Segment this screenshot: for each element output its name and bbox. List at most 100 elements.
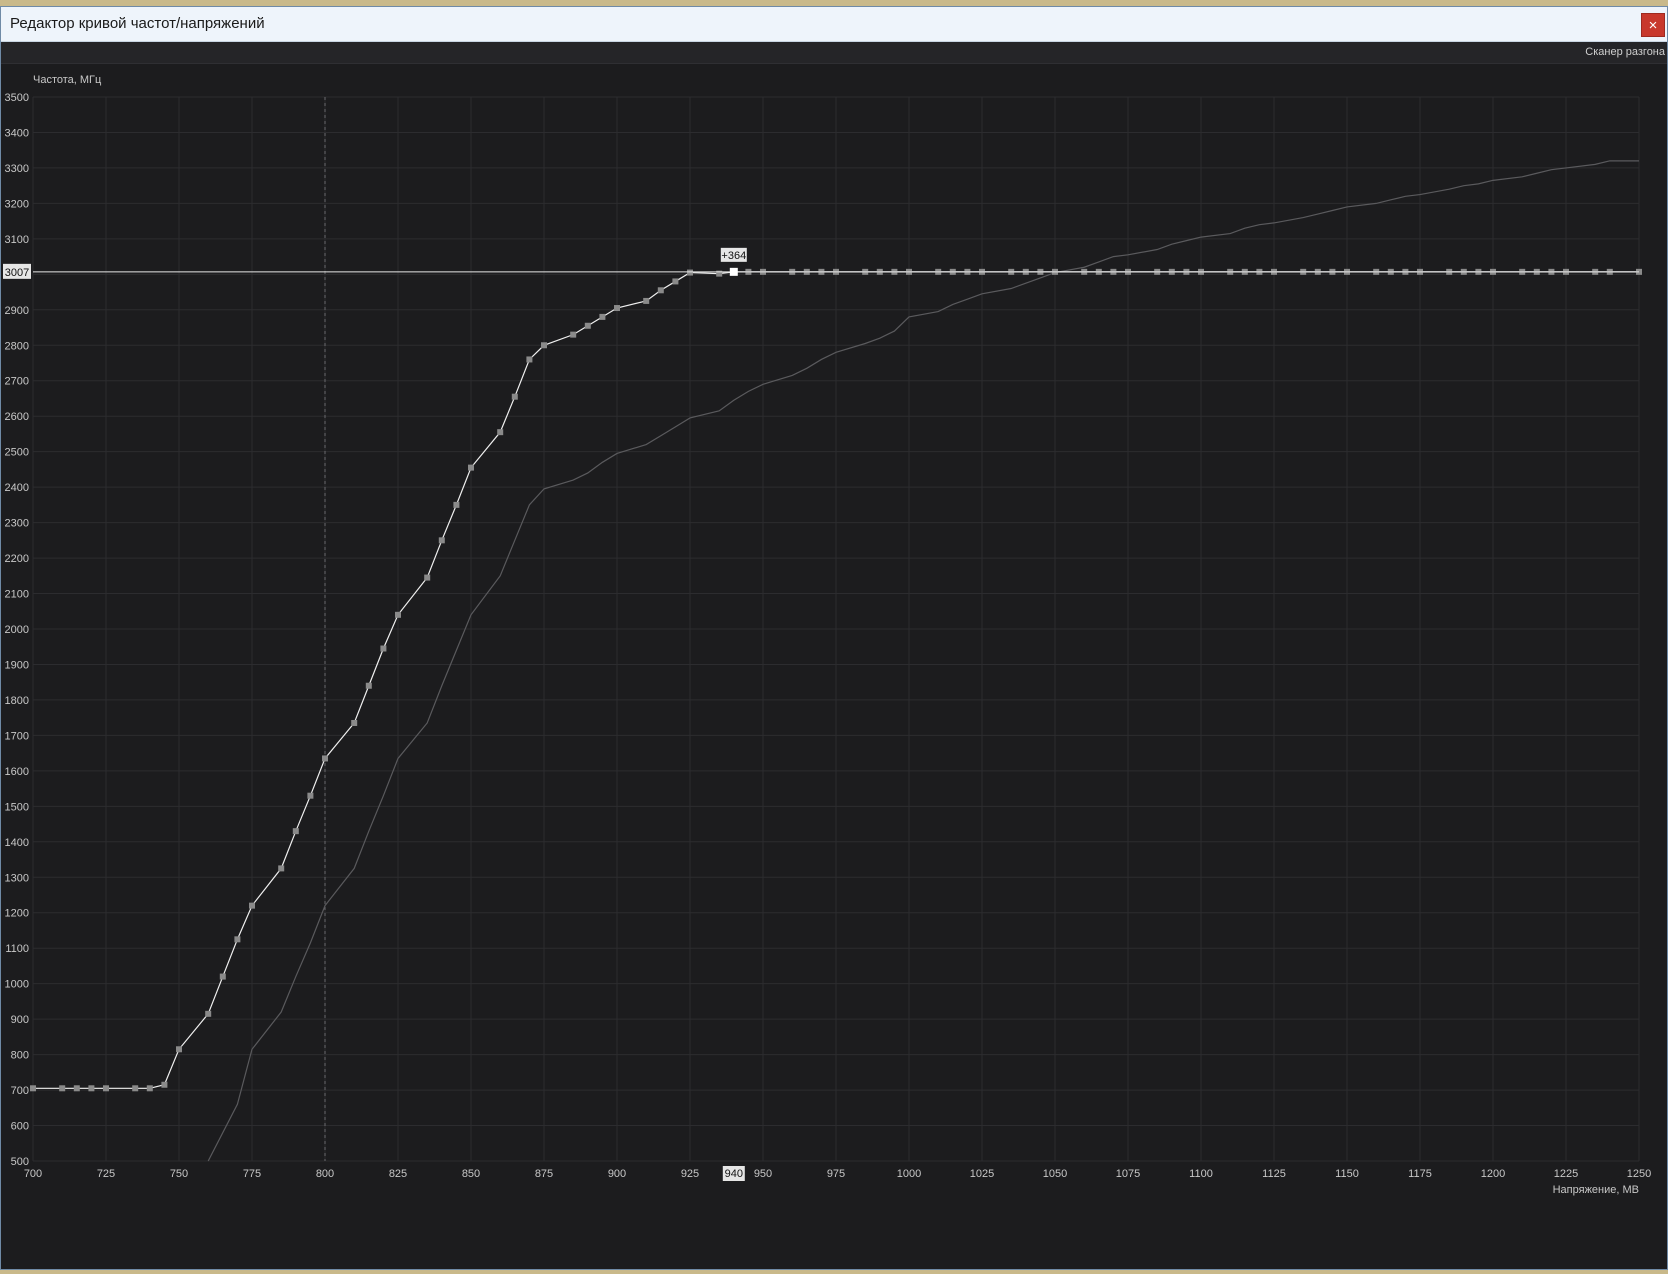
x-tick-label: 825	[389, 1168, 407, 1180]
curve-point[interactable]	[103, 1085, 109, 1092]
curve-point[interactable]	[395, 611, 401, 618]
x-tick-label: 1100	[1189, 1168, 1213, 1180]
x-tick-label: 750	[170, 1168, 188, 1180]
x-tick-label: 900	[608, 1168, 626, 1180]
x-tick-label: 1025	[970, 1168, 994, 1180]
y-tick-label: 2600	[5, 411, 29, 423]
curve-point[interactable]	[599, 313, 606, 320]
y-tick-label: 1400	[5, 837, 29, 849]
curve-point[interactable]	[672, 278, 679, 285]
y-tick-label: 1300	[5, 872, 29, 884]
y-tick-label: 1700	[5, 730, 29, 742]
reference-curve-line	[207, 160, 1639, 1162]
y-tick-label: 2200	[5, 553, 29, 565]
selected-curve-point[interactable]	[729, 267, 738, 276]
y-tick-label: 1900	[5, 659, 29, 671]
offset-label: +364	[721, 250, 746, 262]
curve-point[interactable]	[322, 755, 328, 762]
x-tick-label: 775	[243, 1168, 261, 1180]
x-tick-label: 850	[462, 1168, 480, 1180]
oc-scanner-button[interactable]: Сканер разгона	[1585, 46, 1665, 58]
window-title: Редактор кривой частот/напряжений	[10, 15, 265, 32]
curve-point[interactable]	[234, 936, 241, 943]
x-tick-label: 1075	[1116, 1168, 1140, 1180]
curve-point[interactable]	[497, 429, 504, 436]
y-tick-label: 2800	[5, 340, 29, 352]
y-tick-label: 3300	[5, 163, 29, 175]
curve-point[interactable]	[161, 1081, 168, 1088]
curve-point[interactable]	[292, 828, 299, 835]
curve-editor-window: Редактор кривой частот/напряжений × Скан…	[0, 6, 1668, 1270]
curve-point[interactable]	[438, 537, 445, 544]
x-tick-label: 1150	[1335, 1168, 1359, 1180]
x-tick-label: 1200	[1481, 1168, 1505, 1180]
title-bar[interactable]: Редактор кривой частот/напряжений ×	[1, 7, 1667, 42]
curve-point[interactable]	[380, 645, 387, 652]
x-tick-label: 725	[97, 1168, 115, 1180]
y-tick-label: 800	[11, 1050, 29, 1062]
x-tick-label: 800	[316, 1168, 334, 1180]
x-tick-label: 975	[827, 1168, 845, 1180]
curve-point[interactable]	[511, 393, 518, 400]
curve-point[interactable]	[351, 719, 358, 726]
y-tick-label: 1600	[5, 766, 29, 778]
curve-point[interactable]	[541, 342, 547, 349]
x-tick-label: 1050	[1043, 1168, 1067, 1180]
y-tick-label: 1500	[5, 801, 29, 813]
y-tick-label: 3500	[5, 92, 29, 104]
curve-point[interactable]	[365, 682, 372, 689]
curve-point[interactable]	[453, 501, 460, 508]
curve-point[interactable]	[59, 1085, 66, 1092]
y-tick-label: 2000	[5, 624, 29, 636]
y-tick-label: 2100	[5, 589, 29, 601]
y-tick-label: 900	[11, 1014, 29, 1026]
curve-point[interactable]	[614, 305, 620, 312]
y-tick-label: 1800	[5, 695, 29, 707]
x-tick-label: 925	[681, 1168, 699, 1180]
curve-point[interactable]	[657, 287, 664, 294]
x-tick-label: 1000	[897, 1168, 921, 1180]
y-tick-label: 600	[11, 1121, 29, 1133]
y-tick-label: 1100	[5, 943, 29, 955]
curve-point[interactable]	[570, 331, 577, 338]
curve-point[interactable]	[643, 297, 650, 304]
y-tick-label: 500	[11, 1156, 29, 1168]
x-tick-label: 1175	[1408, 1168, 1432, 1180]
x-tick-label: 1250	[1627, 1168, 1651, 1180]
x-tick-label: 875	[535, 1168, 553, 1180]
curve-point[interactable]	[88, 1085, 95, 1092]
curve-point[interactable]	[205, 1010, 212, 1017]
y-tick-label: 2700	[5, 376, 29, 388]
curve-point[interactable]	[424, 574, 431, 581]
curve-point[interactable]	[687, 269, 693, 276]
curve-point[interactable]	[73, 1085, 80, 1092]
y-tick-label: 2400	[5, 482, 29, 494]
close-icon: ×	[1648, 17, 1658, 34]
toolbar: Сканер разгона	[1, 42, 1667, 64]
vf-curve-chart[interactable]: 500 600 700 800 900 1000 1100 1200 1300 1400 1500 1…	[1, 64, 1667, 1269]
curve-point[interactable]	[278, 865, 285, 872]
curve-point[interactable]	[526, 356, 533, 363]
curve-point[interactable]	[219, 973, 226, 980]
y-tick-label: 2900	[5, 305, 29, 317]
y-tick-label: 1200	[5, 908, 29, 920]
curve-point[interactable]	[176, 1046, 182, 1053]
cursor-x-label: 940	[725, 1168, 743, 1180]
curve-point[interactable]	[584, 322, 591, 329]
curve-point[interactable]	[30, 1085, 36, 1092]
curve-point[interactable]	[146, 1085, 153, 1092]
curve-point[interactable]	[468, 464, 474, 471]
curve-point[interactable]	[132, 1085, 139, 1092]
x-tick-label: 1125	[1262, 1168, 1286, 1180]
curve-point[interactable]	[307, 792, 314, 799]
curve-point[interactable]	[249, 902, 255, 909]
y-tick-label: 3100	[5, 234, 29, 246]
close-button[interactable]: ×	[1641, 13, 1665, 37]
y-tick-label: 2500	[5, 447, 29, 459]
y-tick-label: 3200	[5, 198, 29, 210]
chart-svg[interactable]: 500 600 700 800 900 1000 1100 1200 1300 1400 1500 1…	[1, 64, 1667, 1269]
x-tick-label: 950	[754, 1168, 772, 1180]
x-tick-label: 1225	[1554, 1168, 1578, 1180]
y-tick-label: 1000	[5, 979, 29, 991]
cursor-y-label: 3007	[5, 267, 29, 279]
